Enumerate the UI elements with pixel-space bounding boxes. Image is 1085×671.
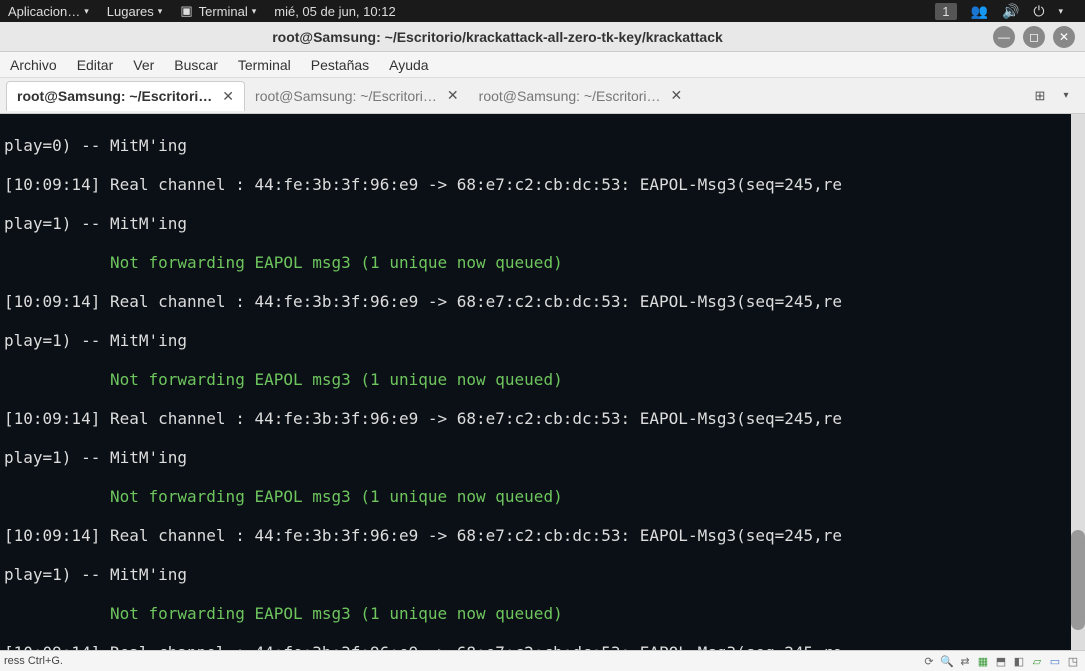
window-titlebar: root@Samsung: ~/Escritorio/krackattack-a… <box>0 22 1085 52</box>
term-line: play=1) -- MitM'ing <box>4 448 1081 468</box>
menu-archivo[interactable]: Archivo <box>10 57 57 73</box>
term-line: [10:09:14] Real channel : 44:fe:3b:3f:96… <box>4 175 1081 195</box>
term-line: play=1) -- MitM'ing <box>4 565 1081 585</box>
term-line: Not forwarding EAPOL msg3 (1 unique now … <box>4 487 1081 507</box>
minimize-button[interactable]: — <box>993 26 1015 48</box>
term-line: [10:09:14] Real channel : 44:fe:3b:3f:96… <box>4 292 1081 312</box>
users-icon[interactable]: 👥 <box>971 3 988 20</box>
places-label: Lugares <box>107 4 154 19</box>
menu-terminal[interactable]: Terminal <box>238 57 291 73</box>
term-line: [10:09:14] Real channel : 44:fe:3b:3f:96… <box>4 643 1081 651</box>
close-icon[interactable]: ✕ <box>222 88 234 105</box>
applications-menu[interactable]: Aplicacion… ▾ <box>8 4 89 19</box>
volume-icon[interactable]: 🔊 <box>1002 3 1019 20</box>
applications-label: Aplicacion… <box>8 4 80 19</box>
term-line: play=0) -- MitM'ing <box>4 136 1081 156</box>
power-icon[interactable]: ⏻ <box>1033 3 1044 20</box>
status-icon[interactable]: ◳ <box>1065 653 1081 669</box>
tab-3[interactable]: root@Samsung: ~/Escritori… ✕ <box>469 81 693 110</box>
system-menu-chevron-icon[interactable]: ▾ <box>1058 6 1063 17</box>
workspace-indicator[interactable]: 1 <box>935 3 956 20</box>
tab-menu-chevron-icon[interactable]: ▾ <box>1053 83 1079 109</box>
tab-1[interactable]: root@Samsung: ~/Escritori… ✕ <box>6 81 245 111</box>
status-icon[interactable]: 🔍 <box>939 653 955 669</box>
close-button[interactable]: ✕ <box>1053 26 1075 48</box>
menu-bar: Archivo Editar Ver Buscar Terminal Pesta… <box>0 52 1085 78</box>
status-icon[interactable]: ⟳ <box>921 653 937 669</box>
menu-ayuda[interactable]: Ayuda <box>389 57 428 73</box>
status-icon[interactable]: ⇄ <box>957 653 973 669</box>
term-line: [10:09:14] Real channel : 44:fe:3b:3f:96… <box>4 526 1081 546</box>
new-tab-button[interactable]: ⊞ <box>1027 83 1053 109</box>
terminal-icon: ▣ <box>180 3 192 19</box>
tab-label: root@Samsung: ~/Escritori… <box>479 88 661 104</box>
status-icon[interactable]: ▭ <box>1047 653 1063 669</box>
status-bar: ress Ctrl+G. ⟳ 🔍 ⇄ ▦ ⬒ ◧ ▱ ▭ ◳ <box>0 650 1085 671</box>
term-line: [10:09:14] Real channel : 44:fe:3b:3f:96… <box>4 409 1081 429</box>
menu-editar[interactable]: Editar <box>77 57 114 73</box>
term-line: Not forwarding EAPOL msg3 (1 unique now … <box>4 253 1081 273</box>
chevron-down-icon: ▾ <box>252 6 257 17</box>
active-app-label: Terminal <box>199 4 248 19</box>
tab-bar: root@Samsung: ~/Escritori… ✕ root@Samsun… <box>0 78 1085 114</box>
scrollbar-thumb[interactable] <box>1071 530 1085 630</box>
term-line: play=1) -- MitM'ing <box>4 214 1081 234</box>
term-line: play=1) -- MitM'ing <box>4 331 1081 351</box>
tab-2[interactable]: root@Samsung: ~/Escritori… ✕ <box>245 81 469 110</box>
places-menu[interactable]: Lugares ▾ <box>107 4 163 19</box>
close-icon[interactable]: ✕ <box>447 87 459 104</box>
menu-pestanas[interactable]: Pestañas <box>311 57 369 73</box>
status-icon[interactable]: ▱ <box>1029 653 1045 669</box>
window-title: root@Samsung: ~/Escritorio/krackattack-a… <box>10 29 985 45</box>
active-app-terminal[interactable]: ▣ Terminal ▾ <box>180 3 256 19</box>
status-icon[interactable]: ▦ <box>975 653 991 669</box>
maximize-button[interactable]: ◻ <box>1023 26 1045 48</box>
chevron-down-icon: ▾ <box>158 6 163 17</box>
term-line: Not forwarding EAPOL msg3 (1 unique now … <box>4 604 1081 624</box>
tab-label: root@Samsung: ~/Escritori… <box>17 88 212 104</box>
menu-buscar[interactable]: Buscar <box>174 57 218 73</box>
tab-label: root@Samsung: ~/Escritori… <box>255 88 437 104</box>
status-icon[interactable]: ◧ <box>1011 653 1027 669</box>
term-line: Not forwarding EAPOL msg3 (1 unique now … <box>4 370 1081 390</box>
clock[interactable]: mié, 05 de jun, 10:12 <box>274 4 395 19</box>
status-hint: ress Ctrl+G. <box>4 655 63 667</box>
close-icon[interactable]: ✕ <box>671 87 683 104</box>
desktop-top-panel: Aplicacion… ▾ Lugares ▾ ▣ Terminal ▾ mié, 05… <box>0 0 1085 22</box>
chevron-down-icon: ▾ <box>84 6 89 17</box>
menu-ver[interactable]: Ver <box>133 57 154 73</box>
terminal-output[interactable]: play=0) -- MitM'ing [10:09:14] Real chan… <box>0 114 1085 650</box>
scrollbar[interactable] <box>1071 114 1085 650</box>
status-icon[interactable]: ⬒ <box>993 653 1009 669</box>
